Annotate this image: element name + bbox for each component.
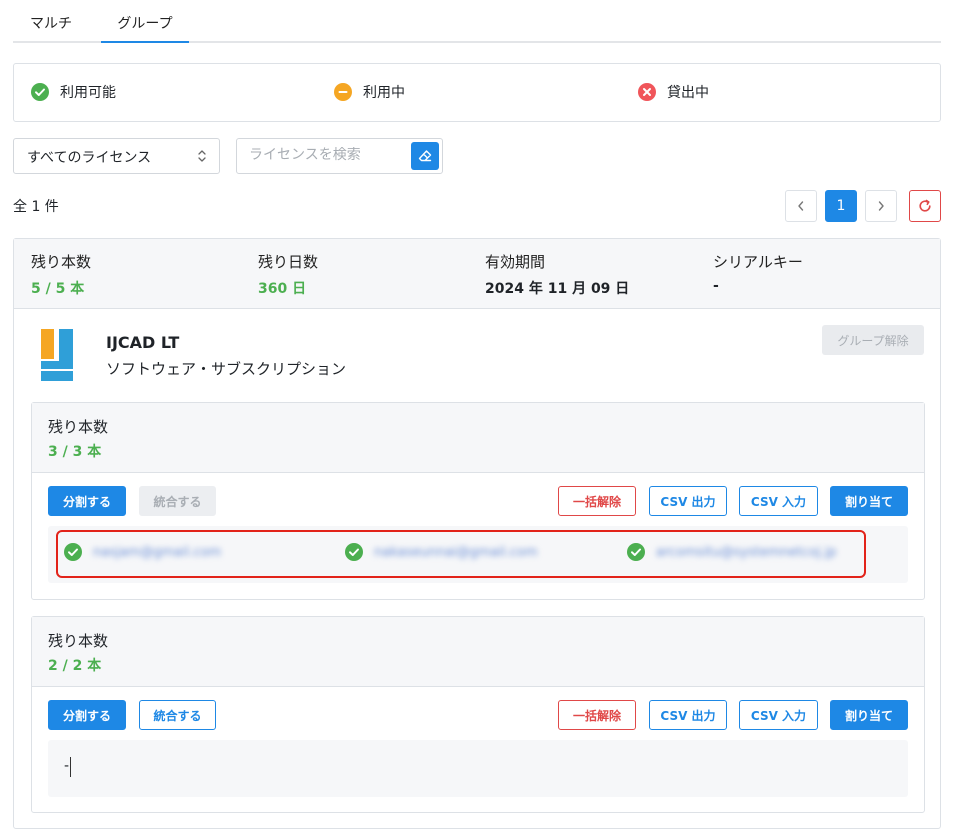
chevron-left-icon xyxy=(796,200,806,212)
csv-export-button[interactable]: CSV 出力 xyxy=(649,486,727,516)
check-circle-icon xyxy=(627,543,645,561)
tab-group[interactable]: グループ xyxy=(101,13,189,43)
legend-lending-label: 貸出中 xyxy=(667,85,709,101)
group-header: 残り本数 2 / 2 本 xyxy=(32,617,924,687)
license-card: 残り本数 5 / 5 本 残り日数 360 日 有効期間 2024 年 11 月… xyxy=(13,238,941,829)
eraser-icon[interactable] xyxy=(411,142,439,170)
refresh-button[interactable] xyxy=(909,190,941,222)
csv-export-button[interactable]: CSV 出力 xyxy=(649,700,727,730)
chevron-up-down-icon xyxy=(197,148,207,164)
ijcad-logo-icon xyxy=(39,327,83,383)
tab-bar: マルチ グループ xyxy=(13,0,941,43)
group-header: 残り本数 3 / 3 本 xyxy=(32,403,924,473)
summary-serial-value: - xyxy=(713,278,719,294)
group-remaining-label: 残り本数 xyxy=(48,632,109,650)
next-page-button[interactable] xyxy=(865,190,897,222)
assign-button[interactable]: 割り当て xyxy=(830,486,908,516)
summary-remaining-value: 5 / 5 本 xyxy=(31,281,85,297)
merge-button[interactable]: 統合する xyxy=(139,700,216,730)
assigned-users-list[interactable]: - xyxy=(48,740,908,797)
minus-circle-icon xyxy=(334,83,352,101)
check-circle-icon xyxy=(345,543,363,561)
split-button[interactable]: 分割する xyxy=(48,486,126,516)
summary-period: 有効期間 2024 年 11 月 09 日 xyxy=(485,251,629,298)
group-remaining-label: 残り本数 xyxy=(48,418,109,436)
product-name: IJCAD LT xyxy=(106,333,180,352)
list-item[interactable]: nasjam@gmail.com xyxy=(64,543,221,561)
split-button[interactable]: 分割する xyxy=(48,700,126,730)
release-all-button[interactable]: 一括解除 xyxy=(558,700,636,730)
license-filter-select[interactable]: すべてのライセンス xyxy=(13,138,220,174)
group-remaining-value: 2 / 2 本 xyxy=(48,658,102,674)
license-summary: 残り本数 5 / 5 本 残り日数 360 日 有効期間 2024 年 11 月… xyxy=(14,239,940,309)
merge-button[interactable]: 統合する xyxy=(139,486,216,516)
list-item[interactable]: nakaseunnai@gmail.com xyxy=(345,543,538,561)
user-email: arcomsitu@systemnetcoj.jp xyxy=(656,544,837,560)
summary-remaining-label: 残り本数 xyxy=(31,253,92,271)
csv-import-button[interactable]: CSV 入力 xyxy=(739,486,818,516)
user-email: nakaseunnai@gmail.com xyxy=(374,544,538,560)
legend-in-use-label: 利用中 xyxy=(363,85,405,101)
license-search-input[interactable] xyxy=(249,147,409,163)
group-remaining-value: 3 / 3 本 xyxy=(48,444,102,460)
check-circle-icon xyxy=(64,543,82,561)
legend-lending: 貸出中 xyxy=(638,82,709,102)
list-item[interactable]: arcomsitu@systemnetcoj.jp xyxy=(627,543,837,561)
summary-days: 残り日数 360 日 xyxy=(258,251,318,298)
release-all-button[interactable]: 一括解除 xyxy=(558,486,636,516)
x-circle-icon xyxy=(638,83,656,101)
legend-available: 利用可能 xyxy=(31,82,116,102)
summary-serial: シリアルキー - xyxy=(713,251,803,294)
check-circle-icon xyxy=(31,83,49,101)
legend-in-use: 利用中 xyxy=(334,82,405,102)
status-legend: 利用可能 利用中 貸出中 xyxy=(13,63,941,122)
summary-days-value: 360 日 xyxy=(258,281,307,297)
chevron-right-icon xyxy=(876,200,886,212)
result-count: 全 1 件 xyxy=(13,199,59,215)
assigned-users-list: nasjam@gmail.com nakaseunnai@gmail.com a… xyxy=(48,526,908,583)
product-type: ソフトウェア・サブスクリプション xyxy=(106,360,347,378)
prev-page-button[interactable] xyxy=(785,190,817,222)
summary-remaining: 残り本数 5 / 5 本 xyxy=(31,251,91,298)
tab-multi[interactable]: マルチ xyxy=(30,13,72,43)
csv-import-button[interactable]: CSV 入力 xyxy=(739,700,818,730)
license-search xyxy=(236,138,443,174)
summary-days-label: 残り日数 xyxy=(258,253,319,271)
refresh-icon xyxy=(917,198,933,214)
summary-period-value: 2024 年 11 月 09 日 xyxy=(485,281,630,297)
legend-available-label: 利用可能 xyxy=(60,85,116,101)
user-email: nasjam@gmail.com xyxy=(93,544,222,560)
summary-period-label: 有効期間 xyxy=(485,253,546,271)
text-cursor xyxy=(70,757,71,777)
license-group: 残り本数 3 / 3 本 分割する 統合する 一括解除 CSV 出力 CSV 入… xyxy=(31,402,925,600)
assign-button[interactable]: 割り当て xyxy=(830,700,908,730)
license-filter-value: すべてのライセンス xyxy=(27,150,152,166)
summary-serial-label: シリアルキー xyxy=(713,253,803,271)
ungroup-button[interactable]: グループ解除 xyxy=(822,325,924,355)
empty-placeholder: - xyxy=(64,758,70,774)
license-group: 残り本数 2 / 2 本 分割する 統合する 一括解除 CSV 出力 CSV 入… xyxy=(31,616,925,813)
page-number-button[interactable]: 1 xyxy=(825,190,857,222)
